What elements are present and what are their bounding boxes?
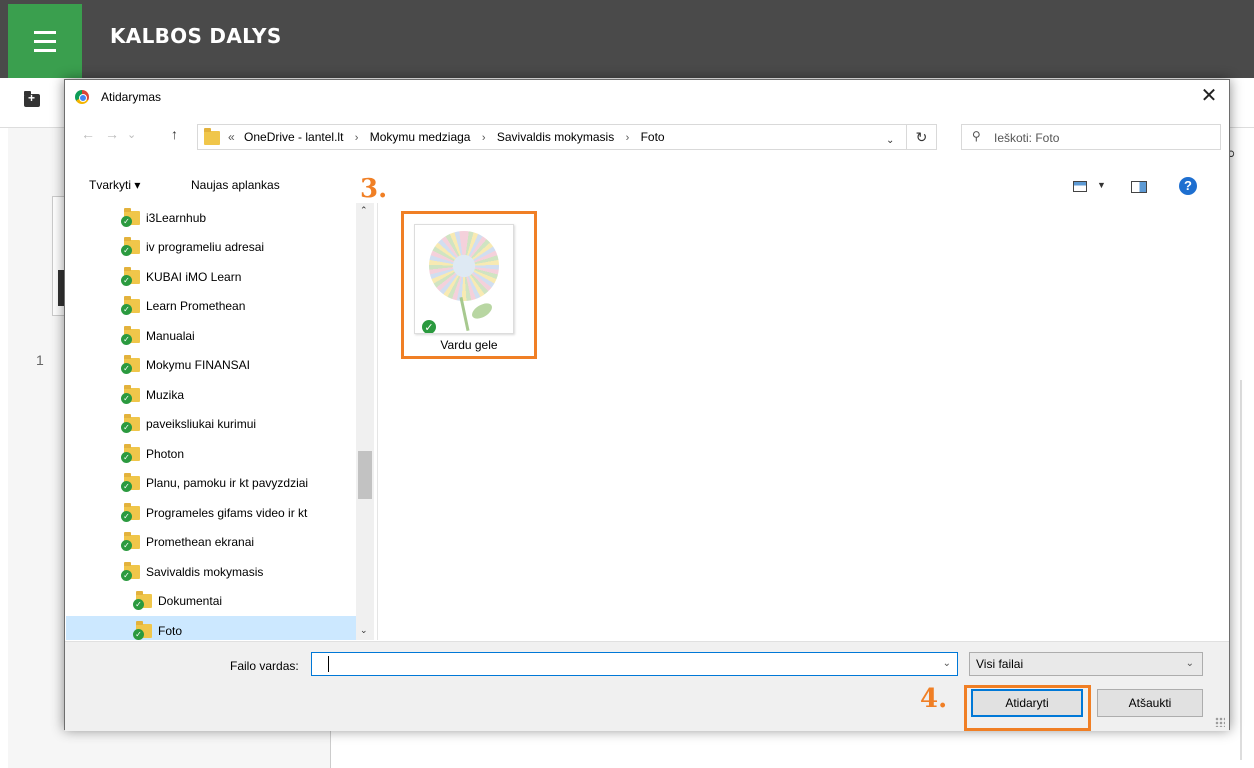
tree-item[interactable]: Dokumentai — [133, 587, 222, 617]
tree-item[interactable]: Mokymu FINANSAI — [121, 351, 250, 381]
filetype-select[interactable]: Visi failai ⌄ — [969, 652, 1203, 676]
scroll-up-icon[interactable]: ⌃ — [360, 205, 368, 216]
step-4-label: 4. — [920, 684, 948, 714]
recent-locations-icon[interactable]: ⌄ — [127, 128, 136, 141]
tree-item[interactable]: Planu, pamoku ir kt pavyzdziai — [121, 469, 308, 499]
scroll-down-icon[interactable]: ⌄ — [360, 625, 368, 636]
filetype-value: Visi failai — [976, 657, 1024, 671]
tree-item[interactable]: Promethean ekranai — [121, 528, 254, 558]
synced-folder-icon — [121, 266, 140, 286]
tree-item[interactable]: Manualai — [121, 321, 195, 351]
breadcrumb-separator-icon[interactable]: › — [482, 132, 486, 144]
cancel-button[interactable]: Atšaukti — [1097, 689, 1203, 717]
refresh-icon[interactable]: ↻ — [907, 124, 937, 150]
breadcrumb-separator-icon[interactable]: › — [355, 132, 359, 144]
navigation-bar: ← → ⌄ ↑ « OneDrive - lantel.lt › Mokymu … — [65, 116, 1229, 156]
open-file-dialog: Atidarymas ✕ ← → ⌄ ↑ « OneDrive - lantel… — [64, 79, 1230, 731]
synced-folder-icon — [121, 296, 140, 316]
breadcrumb-item[interactable]: OneDrive - lantel.lt — [244, 130, 343, 144]
synced-folder-icon — [121, 443, 140, 463]
breadcrumb-overflow[interactable]: « — [228, 130, 235, 144]
tree-item[interactable]: KUBAI iMO Learn — [121, 262, 241, 292]
file-item[interactable]: ✓ Vardu gele — [401, 211, 537, 359]
breadcrumb-separator-icon[interactable]: › — [626, 132, 630, 144]
chevron-down-icon[interactable]: ⌄ — [1186, 658, 1194, 669]
tree-item[interactable]: Muzika — [121, 380, 184, 410]
tree-item[interactable]: paveiksliukai kurimui — [121, 410, 256, 440]
back-arrow-icon[interactable]: ← — [81, 126, 95, 142]
text-caret — [328, 656, 329, 672]
organize-button[interactable]: Tvarkyti ▾ — [89, 178, 140, 192]
synced-folder-icon — [121, 384, 140, 404]
breadcrumb-item[interactable]: Mokymu medziaga — [370, 130, 471, 144]
tree-item[interactable]: Photon — [121, 439, 184, 469]
menu-hamburger-icon[interactable] — [8, 4, 82, 78]
filename-label: Failo vardas: — [230, 659, 299, 673]
synced-folder-icon — [133, 591, 152, 611]
synced-folder-icon — [121, 502, 140, 522]
app-header: KALBOS DALYS — [0, 0, 1254, 78]
chevron-down-icon[interactable]: ⌄ — [943, 658, 951, 669]
search-placeholder: Ieškoti: Foto — [994, 131, 1060, 145]
step-3-label: 3. — [360, 174, 388, 204]
image-thumbnail-icon: ✓ — [414, 224, 514, 334]
synced-folder-icon — [121, 237, 140, 257]
chevron-down-icon[interactable]: ⌄ — [886, 135, 894, 146]
open-button[interactable]: Atidaryti — [971, 689, 1083, 717]
up-arrow-icon[interactable]: ↑ — [171, 126, 178, 142]
breadcrumb: « OneDrive - lantel.lt › Mokymu medziaga… — [228, 130, 665, 144]
synced-folder-icon — [121, 325, 140, 345]
flower-leaf — [469, 300, 495, 322]
breadcrumb-item[interactable]: Foto — [641, 130, 665, 144]
help-icon[interactable]: ? — [1179, 177, 1197, 195]
tree-item[interactable]: i3Learnhub — [121, 203, 206, 233]
sync-check-icon: ✓ — [421, 319, 437, 333]
app-divider — [1240, 380, 1242, 760]
scrollbar-thumb[interactable] — [358, 451, 372, 499]
chevron-down-icon[interactable]: ▼ — [1097, 180, 1106, 190]
synced-folder-icon — [121, 207, 140, 227]
synced-folder-icon — [133, 620, 152, 640]
synced-folder-icon — [121, 355, 140, 375]
tree-scrollbar[interactable]: ⌃ ⌄ — [356, 203, 374, 640]
page-number: 1 — [36, 352, 44, 368]
chrome-icon — [75, 90, 89, 104]
flower-image — [429, 231, 499, 301]
filename-input[interactable]: ⌄ — [311, 652, 958, 676]
breadcrumb-item[interactable]: Savivaldis mokymasis — [497, 130, 614, 144]
forward-arrow-icon[interactable]: → — [105, 126, 119, 142]
change-view-icon[interactable] — [1073, 181, 1087, 192]
app-title: KALBOS DALYS — [110, 24, 282, 48]
file-list: ✓ Vardu gele — [379, 203, 1229, 640]
search-icon: ⚲ — [972, 129, 981, 143]
folder-icon — [204, 128, 220, 145]
synced-folder-icon — [121, 532, 140, 552]
flower-stem — [459, 297, 470, 331]
synced-folder-icon — [121, 414, 140, 434]
tree-item[interactable]: Learn Promethean — [121, 292, 245, 322]
tree-item[interactable]: Savivaldis mokymasis — [121, 557, 263, 587]
new-folder-icon[interactable] — [24, 91, 40, 107]
dialog-titlebar: Atidarymas ✕ — [65, 80, 1229, 114]
new-folder-button[interactable]: Naujas aplankas — [191, 178, 280, 192]
tree-item[interactable]: iv programeliu adresai — [121, 233, 264, 263]
tree-item[interactable]: Programeles gifams video ir kt — [121, 498, 307, 528]
dialog-footer: Failo vardas: ⌄ Visi failai ⌄ Atidaryti … — [65, 641, 1229, 731]
file-name: Vardu gele — [440, 338, 498, 352]
address-bar[interactable]: « OneDrive - lantel.lt › Mokymu medziaga… — [197, 124, 907, 150]
resize-grip-icon[interactable] — [1215, 717, 1225, 727]
navigation-tree: i3Learnhub iv programeliu adresai KUBAI … — [66, 203, 378, 640]
command-bar: Tvarkyti ▾ Naujas aplankas ▼ ? — [65, 172, 1229, 202]
dialog-title: Atidarymas — [101, 90, 162, 104]
synced-folder-icon — [121, 473, 140, 493]
search-input[interactable]: ⚲ Ieškoti: Foto — [961, 124, 1221, 150]
close-button[interactable]: ✕ — [1189, 80, 1229, 114]
preview-pane-icon[interactable] — [1131, 181, 1147, 193]
tree-item-selected[interactable]: Foto — [66, 616, 356, 640]
synced-folder-icon — [121, 561, 140, 581]
